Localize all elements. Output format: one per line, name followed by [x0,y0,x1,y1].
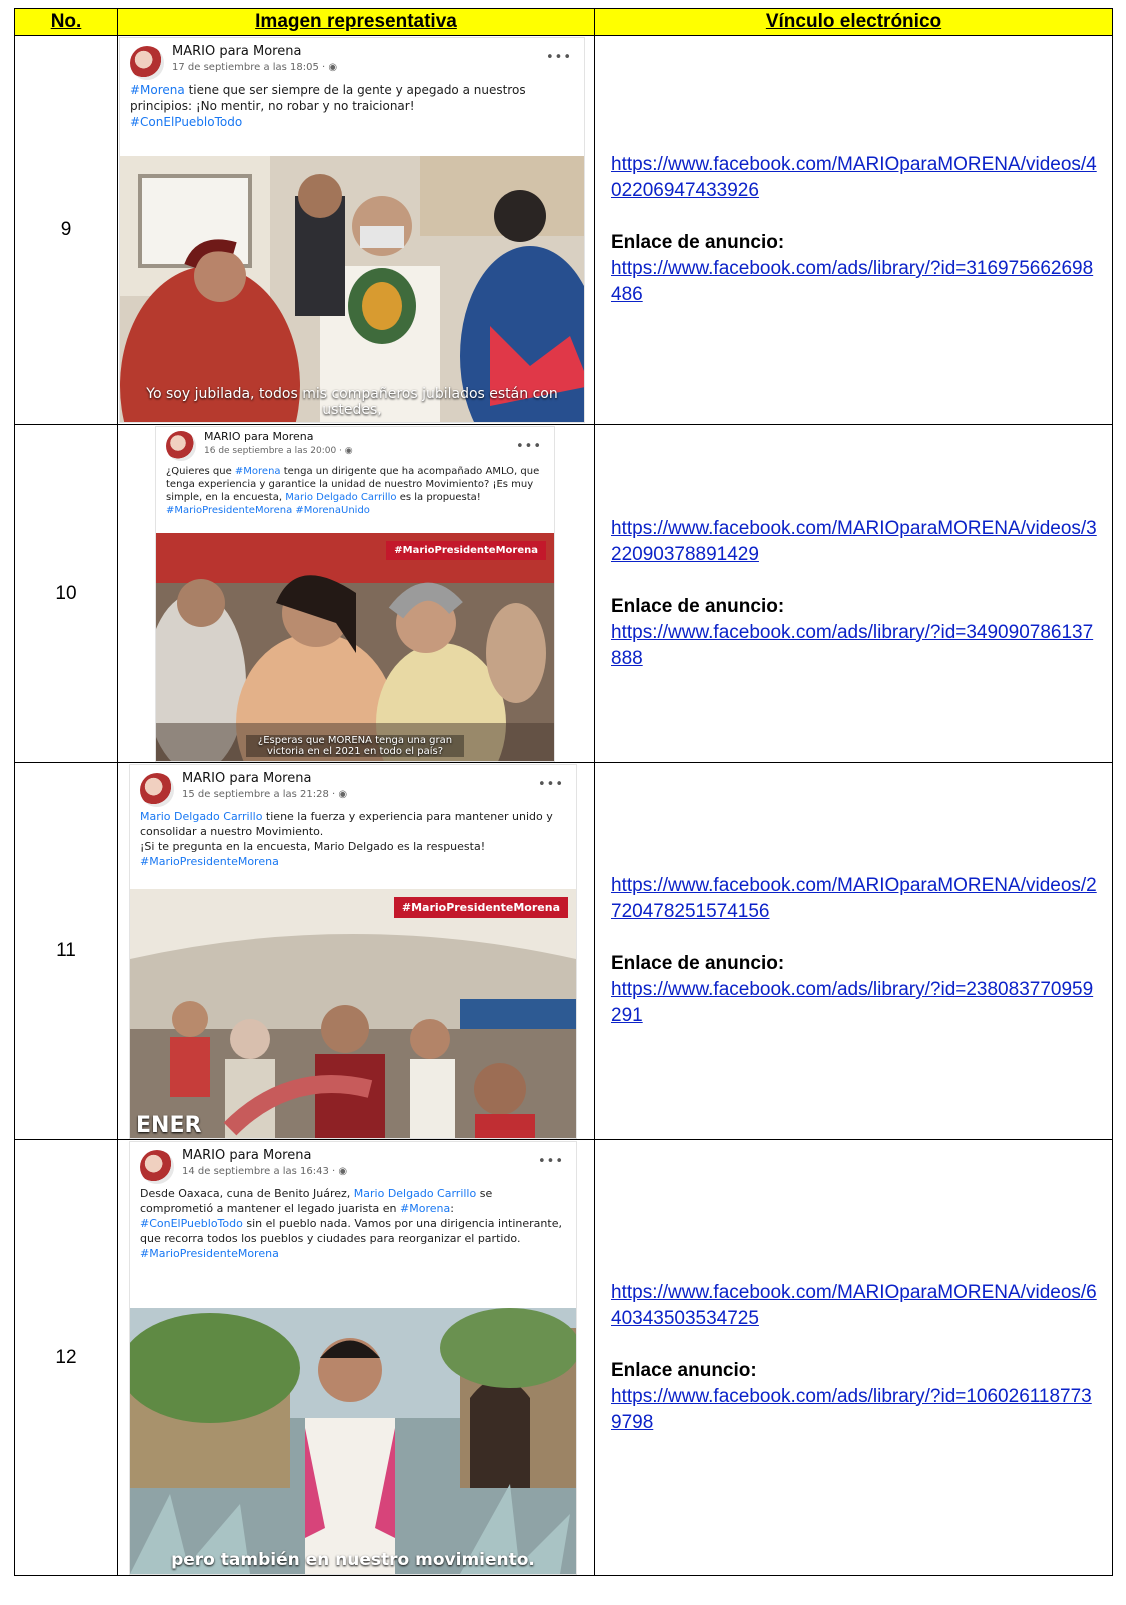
image-cell: MARIO para Morena 14 de septiembre a las… [117,1139,595,1576]
row-number: 11 [14,762,118,1140]
video-caption: ¿Esperas que MORENA tenga una gran victo… [246,735,464,757]
row-number: 12 [14,1139,118,1576]
header-image: Imagen representativa [117,8,595,36]
post-header: MARIO para Morena 15 de septiembre a las… [130,765,576,809]
more-options-icon[interactable]: ••• [516,439,542,454]
row-number: 10 [14,424,118,763]
hashtag-link[interactable]: #Morena [235,466,281,477]
table-row: 12 MARIO para Morena 14 de septiembre a … [14,1139,1113,1576]
ad-library-link[interactable]: https://www.facebook.com/ads/library/?id… [611,622,1093,669]
video-thumbnail[interactable]: pero también en nuestro movimiento. [130,1308,576,1574]
video-link[interactable]: https://www.facebook.com/MARIOparaMORENA… [611,154,1097,201]
post-date: 14 de septiembre a las 16:43 · ◉ [182,1166,348,1177]
post-header: MARIO para Morena 17 de septiembre a las… [120,38,584,82]
hashtag-link[interactable]: #MarioPresidenteMorena [140,1247,279,1260]
header-link: Vínculo electrónico [594,8,1113,36]
globe-icon: ◉ [338,789,348,800]
post-text: Desde Oaxaca, cuna de Benito Juárez, Mar… [140,1187,562,1260]
evidence-table: No. Imagen representativa Vínculo electr… [14,8,1113,1576]
hashtag-badge: #MarioPresidenteMorena [386,541,546,560]
mention-link[interactable]: Mario Delgado Carrillo [140,810,262,823]
video-thumbnail[interactable]: Yo soy jubilada, todos mis compañeros ju… [120,156,584,422]
ad-library-link[interactable]: https://www.facebook.com/ads/library/?id… [611,258,1093,305]
post-date: 16 de septiembre a las 20:00 · ◉ [204,446,353,456]
video-caption: ENER [136,1113,202,1138]
page-name[interactable]: MARIO para Morena [182,1148,311,1163]
hashtag-link[interactable]: #Morena [400,1202,450,1215]
link-cell: https://www.facebook.com/MARIOparaMORENA… [594,35,1113,425]
table-row: 9 MARIO para Morena 17 de septiembre a l… [14,35,1113,425]
header-no: No. [14,8,118,36]
video-link[interactable]: https://www.facebook.com/MARIOparaMORENA… [611,518,1097,565]
link-cell: https://www.facebook.com/MARIOparaMORENA… [594,1139,1113,1576]
hashtag-link[interactable]: #MarioPresidenteMorena #MorenaUnido [166,505,370,516]
post-text: Mario Delgado Carrillo tiene la fuerza y… [140,810,553,868]
table-row: 11 MARIO para Morena 15 de septiembre a … [14,762,1113,1140]
video-frame [120,156,584,422]
link-cell: https://www.facebook.com/MARIOparaMORENA… [594,762,1113,1140]
image-cell: MARIO para Morena 17 de septiembre a las… [117,35,595,425]
post-date: 17 de septiembre a las 18:05 · ◉ [172,62,338,73]
hashtag-link[interactable]: #Morena [130,83,185,97]
avatar[interactable] [140,1150,174,1184]
post-header: MARIO para Morena 16 de septiembre a las… [156,427,554,465]
image-cell: MARIO para Morena 15 de septiembre a las… [117,762,595,1140]
globe-icon: ◉ [328,62,338,73]
post-header: MARIO para Morena 14 de septiembre a las… [130,1142,576,1186]
video-thumbnail[interactable]: #MarioPresidenteMorena ENER [130,889,576,1138]
more-options-icon[interactable]: ••• [546,50,572,65]
hashtag-badge: #MarioPresidenteMorena [393,897,568,918]
ad-library-link[interactable]: https://www.facebook.com/ads/library/?id… [611,1386,1092,1433]
video-frame [156,533,554,761]
facebook-post: MARIO para Morena 15 de septiembre a las… [130,765,576,1138]
row-number: 9 [14,35,118,425]
video-link[interactable]: https://www.facebook.com/MARIOparaMORENA… [611,1282,1097,1329]
page-name[interactable]: MARIO para Morena [204,430,314,443]
avatar[interactable] [130,46,164,80]
ad-link-label: Enlace de anuncio: [611,953,785,974]
globe-icon: ◉ [344,446,353,456]
ad-link-label: Enlace anuncio: [611,1359,757,1381]
video-caption: pero también en nuestro movimiento. [171,1550,535,1570]
image-cell: MARIO para Morena 16 de septiembre a las… [117,424,595,763]
video-frame [130,1308,576,1574]
hashtag-link[interactable]: #ConElPuebloTodo [130,115,242,129]
video-caption: Yo soy jubilada, todos mis compañeros ju… [146,386,558,418]
facebook-post: MARIO para Morena 14 de septiembre a las… [130,1142,576,1574]
ad-library-link[interactable]: https://www.facebook.com/ads/library/?id… [611,979,1093,1026]
mention-link[interactable]: Mario Delgado Carrillo [354,1187,476,1200]
page-name[interactable]: MARIO para Morena [182,771,311,786]
globe-icon: ◉ [338,1166,348,1177]
avatar[interactable] [140,773,174,807]
video-frame [130,889,576,1138]
avatar[interactable] [166,431,196,461]
hashtag-link[interactable]: #MarioPresidenteMorena [140,855,279,868]
link-cell: https://www.facebook.com/MARIOparaMORENA… [594,424,1113,763]
header-row: No. Imagen representativa Vínculo electr… [14,8,1113,36]
hashtag-link[interactable]: #ConElPuebloTodo [140,1217,243,1230]
ad-link-label: Enlace de anuncio: [611,232,785,253]
post-text: #Morena tiene que ser siempre de la gent… [130,83,526,129]
table-row: 10 MARIO para Morena 16 de septiembre a … [14,424,1113,763]
mention-link[interactable]: Mario Delgado Carrillo [285,492,396,503]
post-date: 15 de septiembre a las 21:28 · ◉ [182,789,348,800]
video-thumbnail[interactable]: #MarioPresidenteMorena ¿Esperas que MORE… [156,533,554,761]
ad-link-label: Enlace de anuncio: [611,595,785,617]
more-options-icon[interactable]: ••• [538,1154,564,1169]
video-link[interactable]: https://www.facebook.com/MARIOparaMORENA… [611,875,1097,922]
more-options-icon[interactable]: ••• [538,777,564,792]
post-text: ¿Quieres que #Morena tenga un dirigente … [166,466,540,516]
page-name[interactable]: MARIO para Morena [172,44,301,59]
facebook-post: MARIO para Morena 17 de septiembre a las… [120,38,584,422]
facebook-post: MARIO para Morena 16 de septiembre a las… [156,427,554,761]
